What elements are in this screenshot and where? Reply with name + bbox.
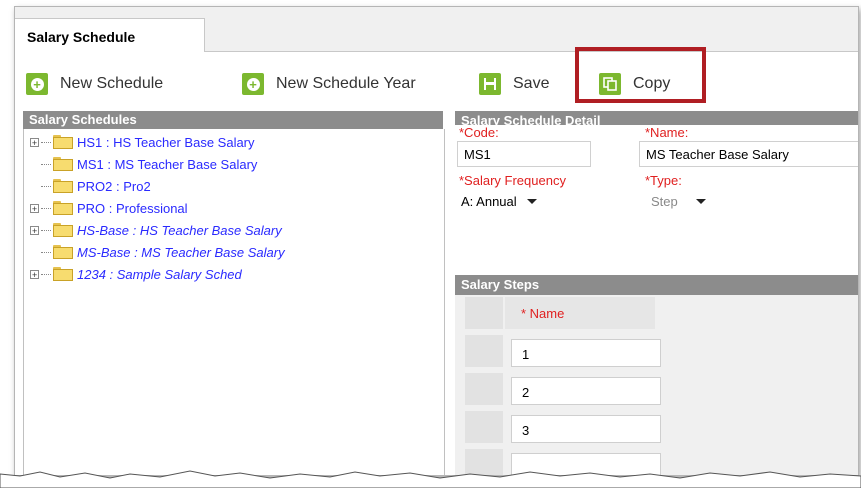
new-schedule-label: New Schedule bbox=[60, 75, 164, 92]
tree-item[interactable]: + HS1 : HS Teacher Base Salary bbox=[24, 131, 255, 153]
expand-icon[interactable]: + bbox=[30, 269, 39, 279]
tree-item-label[interactable]: PRO : Professional bbox=[77, 201, 188, 216]
tree-item-label[interactable]: PRO2 : Pro2 bbox=[77, 179, 151, 194]
tree-item[interactable]: PRO2 : Pro2 bbox=[24, 175, 151, 197]
tree-item-label[interactable]: HS1 : HS Teacher Base Salary bbox=[77, 135, 255, 150]
folder-icon bbox=[53, 157, 73, 171]
folder-icon bbox=[53, 201, 73, 215]
tab-salary-schedule[interactable]: Salary Schedule bbox=[15, 18, 205, 52]
step-name-input[interactable]: 1 bbox=[511, 339, 661, 367]
application-window: Salary Schedule + New Schedule + New Sch… bbox=[14, 6, 859, 476]
new-schedule-button[interactable]: + New Schedule bbox=[26, 71, 163, 97]
toolbar: + New Schedule + New Schedule Year Save bbox=[15, 60, 858, 108]
new-schedule-year-label: New Schedule Year bbox=[276, 75, 416, 92]
tree-item-label[interactable]: MS1 : MS Teacher Base Salary bbox=[77, 157, 257, 172]
step-name-input[interactable]: 2 bbox=[511, 377, 661, 405]
tree-item[interactable]: + PRO : Professional bbox=[24, 197, 188, 219]
chevron-down-icon bbox=[526, 198, 537, 204]
table-row: 3 bbox=[455, 409, 858, 445]
floppy-disk-icon bbox=[479, 73, 501, 95]
step-name-input[interactable]: 3 bbox=[511, 415, 661, 443]
tree-item[interactable]: MS1 : MS Teacher Base Salary bbox=[24, 153, 257, 175]
tree-item[interactable]: + HS-Base : HS Teacher Base Salary bbox=[24, 219, 282, 241]
salary-steps-header: Salary Steps bbox=[455, 275, 858, 295]
tab-bar: Salary Schedule bbox=[15, 7, 858, 52]
torn-edge-decoration bbox=[0, 470, 861, 488]
save-label: Save bbox=[513, 75, 550, 92]
type-select[interactable]: Step bbox=[651, 191, 706, 211]
tree-item[interactable]: + 1234 : Sample Salary Sched bbox=[24, 263, 242, 285]
save-button[interactable]: Save bbox=[479, 71, 549, 97]
salary-schedule-detail: *Code: *Name: MS1 MS Teacher Base Salary… bbox=[455, 125, 858, 475]
salary-schedules-tree: + HS1 : HS Teacher Base Salary MS1 : MS … bbox=[23, 129, 445, 475]
tree-item-label[interactable]: HS-Base : HS Teacher Base Salary bbox=[77, 223, 282, 238]
code-label: *Code: bbox=[459, 125, 499, 140]
new-schedule-year-button[interactable]: + New Schedule Year bbox=[242, 71, 416, 97]
name-column-header: * Name bbox=[521, 306, 565, 321]
chevron-down-icon bbox=[695, 198, 706, 204]
folder-icon bbox=[53, 223, 73, 237]
expand-icon[interactable]: + bbox=[30, 225, 39, 235]
table-row: 1 bbox=[455, 333, 858, 369]
copy-highlight-box bbox=[575, 47, 706, 103]
code-input[interactable]: MS1 bbox=[457, 141, 591, 167]
folder-icon bbox=[53, 245, 73, 259]
folder-icon bbox=[53, 179, 73, 193]
plus-icon: + bbox=[242, 73, 264, 95]
folder-icon bbox=[53, 267, 73, 281]
steps-header-row: * Name bbox=[455, 295, 858, 331]
name-label: *Name: bbox=[645, 125, 689, 140]
type-label: *Type: bbox=[645, 173, 682, 188]
salary-frequency-value: A: Annual bbox=[461, 193, 517, 209]
salary-frequency-select[interactable]: A: Annual bbox=[461, 191, 537, 211]
salary-steps-grid: * Name 1 2 3 bbox=[455, 295, 858, 475]
tree-item[interactable]: MS-Base : MS Teacher Base Salary bbox=[24, 241, 285, 263]
folder-icon bbox=[53, 135, 73, 149]
salary-schedules-header: Salary Schedules bbox=[23, 111, 443, 129]
type-value: Step bbox=[651, 193, 678, 209]
name-input[interactable]: MS Teacher Base Salary bbox=[639, 141, 858, 167]
salary-schedule-detail-header: Salary Schedule Detail bbox=[455, 111, 858, 125]
expand-icon[interactable]: + bbox=[30, 203, 39, 213]
tree-item-label[interactable]: 1234 : Sample Salary Sched bbox=[77, 267, 242, 282]
plus-icon: + bbox=[26, 73, 48, 95]
expand-icon[interactable]: + bbox=[30, 137, 39, 147]
tree-item-label[interactable]: MS-Base : MS Teacher Base Salary bbox=[77, 245, 285, 260]
salary-frequency-label: *Salary Frequency bbox=[459, 173, 566, 188]
table-row: 2 bbox=[455, 371, 858, 407]
